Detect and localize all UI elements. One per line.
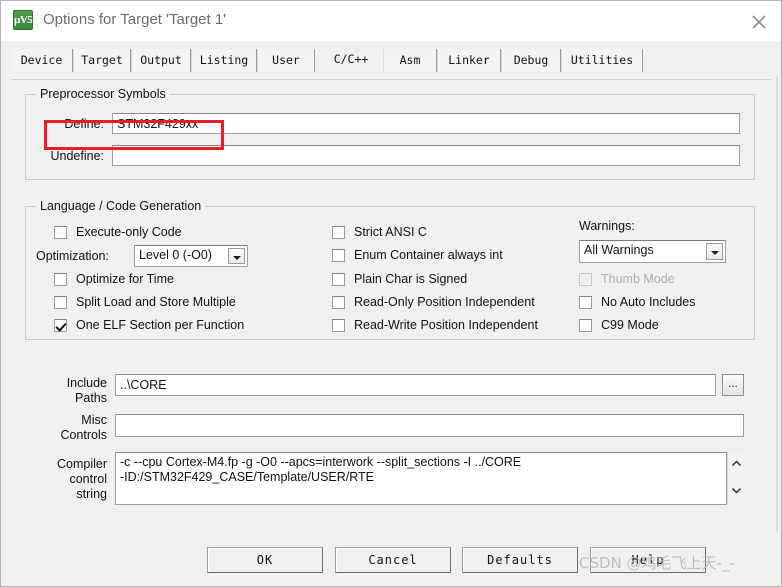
defaults-button[interactable]: Defaults <box>462 547 578 573</box>
tab-utilities[interactable]: Utilities <box>561 49 643 72</box>
checkbox-execute-only-code[interactable] <box>54 226 67 239</box>
compiler-control-string-label-line2: control <box>69 472 107 486</box>
label-strict-ansi-c: Strict ANSI C <box>354 225 427 239</box>
options-dialog: µV5 Options for Target 'Target 1' Device… <box>0 0 782 587</box>
optimization-label: Optimization: <box>36 249 109 263</box>
tab-listing[interactable]: Listing <box>191 49 257 72</box>
label-read-write-position-independent: Read-Write Position Independent <box>354 318 538 332</box>
include-paths-input[interactable]: ..\CORE <box>115 374 716 396</box>
define-label: Define: <box>64 117 104 131</box>
tab-target[interactable]: Target <box>73 49 131 72</box>
checkbox-one-elf-section-per-function[interactable] <box>54 319 67 332</box>
language-code-generation-group: Language / Code Generation Execute-only … <box>25 199 755 340</box>
define-input[interactable]: STM32F429xx <box>112 113 740 134</box>
tab-user[interactable]: User <box>257 49 315 72</box>
checkbox-plain-char-is-signed[interactable] <box>332 273 345 286</box>
misc-controls-label-line2: Controls <box>60 428 107 442</box>
checkbox-thumb-mode <box>579 273 592 286</box>
tab-c-cpp[interactable]: C/C++ <box>321 48 381 73</box>
checkbox-strict-ansi-c[interactable] <box>332 226 345 239</box>
chevron-down-icon[interactable] <box>228 248 245 264</box>
preprocessor-symbols-legend: Preprocessor Symbols <box>36 87 170 101</box>
include-paths-browse-button[interactable]: ... <box>722 374 744 396</box>
uvision-icon: µV5 <box>13 10 33 30</box>
misc-controls-label-line1: Misc <box>81 413 107 427</box>
tab-output[interactable]: Output <box>131 49 191 72</box>
checkbox-optimize-for-time[interactable] <box>54 273 67 286</box>
compiler-control-string-input[interactable]: -c --cpu Cortex-M4.fp -g -O0 --apcs=inte… <box>115 452 727 505</box>
checkbox-enum-container-always-int[interactable] <box>332 249 345 262</box>
include-paths-label-line2: Paths <box>75 391 107 405</box>
compiler-control-string-scrollbar[interactable] <box>727 453 744 504</box>
compiler-control-string-label-line1: Compiler <box>56 457 107 471</box>
warnings-value: All Warnings <box>584 243 654 257</box>
warnings-select[interactable]: All Warnings <box>579 240 726 263</box>
window-title: Options for Target 'Target 1' <box>43 11 227 28</box>
cancel-button[interactable]: Cancel <box>335 547 451 573</box>
title-bar: µV5 Options for Target 'Target 1' <box>1 1 781 41</box>
tab-debug[interactable]: Debug <box>501 49 561 72</box>
label-thumb-mode: Thumb Mode <box>601 272 675 286</box>
checkbox-read-only-position-independent[interactable] <box>332 296 345 309</box>
undefine-label: Undefine: <box>50 149 104 163</box>
chevron-down-icon-warnings[interactable] <box>706 243 723 260</box>
ok-button[interactable]: OK <box>207 547 323 573</box>
scroll-up-icon[interactable] <box>728 453 744 479</box>
tab-device[interactable]: Device <box>11 49 73 72</box>
tab-linker[interactable]: Linker <box>437 49 501 72</box>
help-button[interactable]: Help <box>590 547 706 573</box>
compiler-control-string-label-line3: string <box>76 487 107 501</box>
checkbox-split-load-and-store-multiple[interactable] <box>54 296 67 309</box>
uvision-icon-glyph: µV5 <box>14 14 33 26</box>
label-one-elf-section-per-function: One ELF Section per Function <box>76 318 245 332</box>
label-optimize-for-time: Optimize for Time <box>76 272 174 286</box>
language-code-generation-legend: Language / Code Generation <box>36 199 206 213</box>
close-icon[interactable] <box>736 1 781 39</box>
optimization-select[interactable]: Level 0 (-O0) <box>134 245 248 267</box>
checkbox-c99-mode[interactable] <box>579 319 592 332</box>
optimization-value: Level 0 (-O0) <box>139 248 212 262</box>
undefine-input[interactable] <box>112 145 740 166</box>
checkbox-read-write-position-independent[interactable] <box>332 319 345 332</box>
dialog-footer: OK Cancel Defaults Help <box>1 541 781 586</box>
include-paths-label-line1: Include <box>66 376 107 390</box>
tab-asm[interactable]: Asm <box>383 49 437 72</box>
checkbox-no-auto-includes[interactable] <box>579 296 592 309</box>
label-enum-container-always-int: Enum Container always int <box>354 248 503 262</box>
label-execute-only-code: Execute-only Code <box>76 225 182 239</box>
misc-controls-input[interactable] <box>115 414 744 437</box>
panel-edge <box>776 77 778 532</box>
label-no-auto-includes: No Auto Includes <box>601 295 696 309</box>
label-plain-char-is-signed: Plain Char is Signed <box>354 272 468 286</box>
label-split-load-and-store-multiple: Split Load and Store Multiple <box>76 295 236 309</box>
preprocessor-symbols-group: Preprocessor Symbols Define: STM32F429xx… <box>25 87 755 180</box>
tab-strip: Device Target Output Listing User C/C++ … <box>1 41 781 113</box>
label-c99-mode: C99 Mode <box>601 318 659 332</box>
c-cpp-panel: Preprocessor Symbols Define: STM32F429xx… <box>11 79 771 534</box>
label-read-only-position-independent: Read-Only Position Independent <box>354 295 535 309</box>
scroll-down-icon[interactable] <box>728 479 744 505</box>
warnings-label: Warnings: <box>579 219 635 233</box>
